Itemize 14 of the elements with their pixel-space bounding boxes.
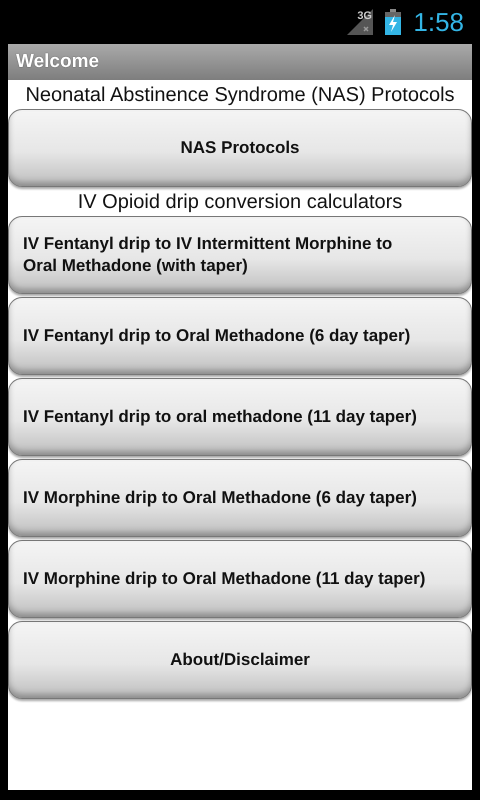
window-title: Welcome bbox=[16, 51, 100, 73]
menu-button[interactable]: About/Disclaimer bbox=[8, 621, 472, 699]
menu-button[interactable]: IV Fentanyl drip to oral methadone (11 day taper) bbox=[8, 378, 472, 456]
signal-icon bbox=[347, 9, 374, 35]
menu-button[interactable]: NAS Protocols bbox=[8, 109, 472, 187]
menu-button[interactable]: IV Fentanyl drip to Oral Methadone (6 day taper) bbox=[8, 297, 472, 375]
menu-button[interactable]: IV Fentanyl drip to IV Intermittent Morphine to Oral Methadone (with taper) bbox=[8, 216, 472, 294]
section-heading: Neonatal Abstinence Syndrome (NAS) Protocols bbox=[24, 83, 456, 108]
menu-button[interactable]: IV Morphine drip to Oral Methadone (6 day taper) bbox=[8, 459, 472, 537]
menu-button[interactable]: IV Morphine drip to Oral Methadone (11 day taper) bbox=[8, 540, 472, 618]
battery-charging-icon bbox=[385, 9, 402, 35]
section-heading: IV Opioid drip conversion calculators bbox=[76, 190, 404, 215]
clock: 1:58 bbox=[413, 6, 464, 38]
network-label: 3G bbox=[357, 10, 372, 22]
